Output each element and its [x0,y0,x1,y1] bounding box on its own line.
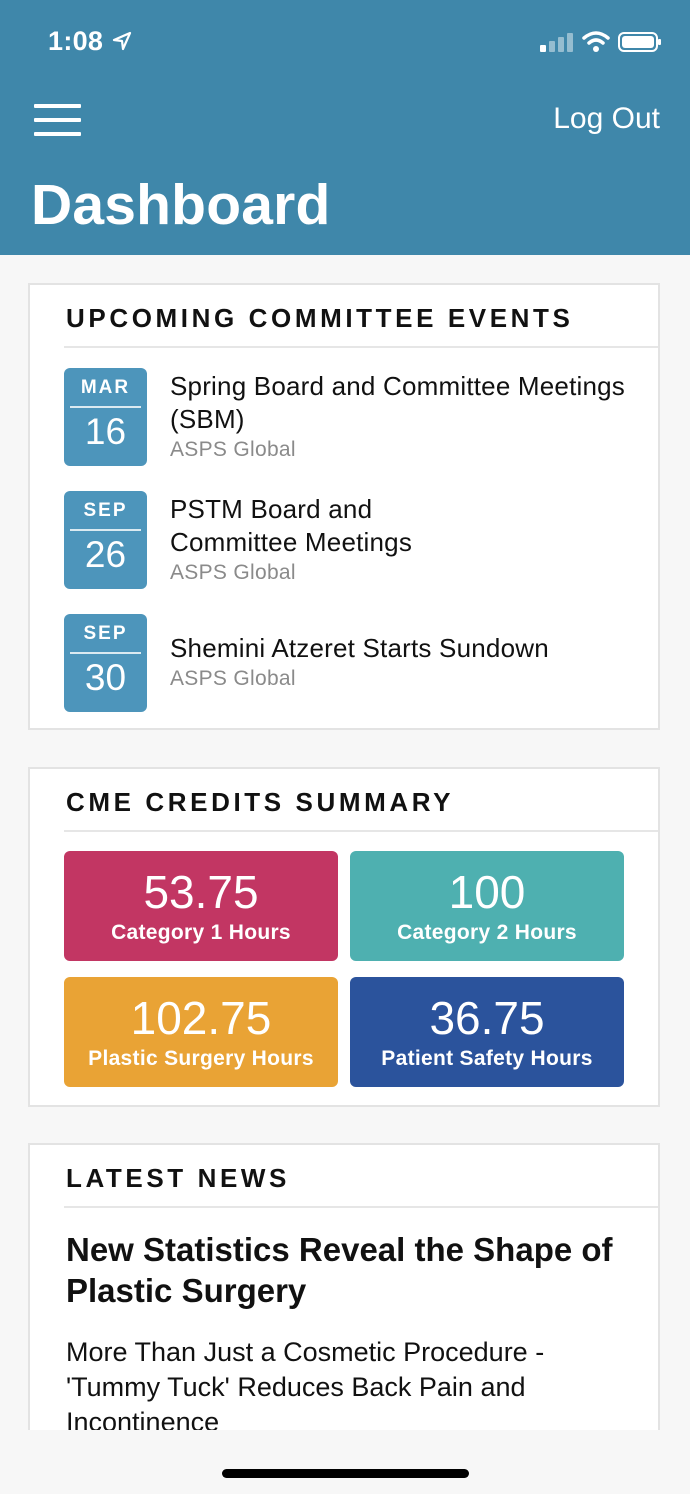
event-organization: ASPS Global [170,438,296,461]
divider [64,1206,658,1208]
tile-value: 102.75 [130,992,272,1044]
plastic-surgery-hours-tile[interactable]: 102.75 Plastic Surgery Hours [64,977,338,1087]
logout-button[interactable]: Log Out [553,102,660,136]
tile-label: Plastic Surgery Hours [88,1047,314,1070]
divider [70,652,141,654]
tile-value: 36.75 [429,992,545,1044]
divider [70,406,141,408]
date-badge: MAR 16 [64,368,147,466]
wifi-icon [582,31,610,52]
tile-label: Category 2 Hours [397,921,577,944]
events-card: UPCOMING COMMITTEE EVENTS MAR 16 Spring … [28,283,660,730]
latest-news-card: LATEST NEWS New Statistics Reveal the Sh… [28,1143,660,1463]
app-header: 1:08 Log Out Dashboard [0,0,690,255]
bottom-safe-area [0,1430,690,1494]
event-title: PSTM Board and Committee Meetings [170,494,413,557]
cme-credits-card: CME CREDITS SUMMARY 53.75 Category 1 Hou… [28,767,660,1107]
event-item[interactable]: MAR 16 Spring Board and Committee Meetin… [64,368,634,468]
category-1-hours-tile[interactable]: 53.75 Category 1 Hours [64,851,338,961]
date-month: SEP [83,500,128,521]
tile-label: Patient Safety Hours [381,1047,593,1070]
battery-icon [618,32,661,52]
news-headline[interactable]: New Statistics Reveal the Shape of Plast… [66,1229,626,1311]
hamburger-menu-icon[interactable] [34,104,82,138]
divider [64,830,658,832]
category-2-hours-tile[interactable]: 100 Category 2 Hours [350,851,624,961]
patient-safety-hours-tile[interactable]: 36.75 Patient Safety Hours [350,977,624,1087]
event-item[interactable]: SEP 26 PSTM Board and Committee Meetings… [64,491,634,591]
date-month: SEP [83,623,128,644]
date-badge: SEP 26 [64,491,147,589]
page-title: Dashboard [31,173,331,237]
event-organization: ASPS Global [170,561,296,584]
location-arrow-icon [112,31,132,51]
news-card-title: LATEST NEWS [66,1163,290,1193]
tile-value: 53.75 [143,866,259,918]
event-organization: ASPS Global [170,667,296,690]
event-title: Shemini Atzeret Starts Sundown [170,633,549,663]
home-indicator[interactable] [222,1469,469,1478]
tile-label: Category 1 Hours [111,921,291,944]
events-card-title: UPCOMING COMMITTEE EVENTS [66,303,574,333]
cme-card-title: CME CREDITS SUMMARY [66,787,455,817]
tile-value: 100 [448,866,526,918]
news-subheadline[interactable]: More Than Just a Cosmetic Procedure - 'T… [66,1335,626,1440]
date-day: 26 [84,534,127,575]
cellular-signal-icon [540,33,573,52]
event-title: Spring Board and Committee Meetings (SBM… [170,371,626,434]
event-item[interactable]: SEP 30 Shemini Atzeret Starts Sundown AS… [64,614,634,714]
date-day: 30 [84,657,127,698]
date-badge: SEP 30 [64,614,147,712]
divider [70,529,141,531]
divider [64,346,658,348]
status-time: 1:08 [48,26,104,56]
date-day: 16 [84,411,127,452]
date-month: MAR [80,377,131,398]
